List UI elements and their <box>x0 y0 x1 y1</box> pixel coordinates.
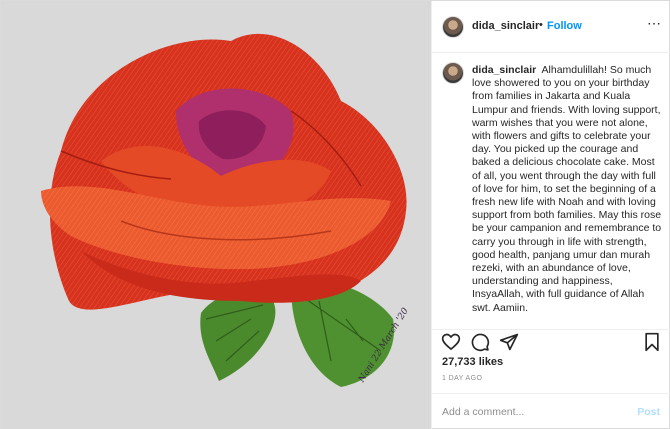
author-username[interactable]: dida_sinclair <box>472 20 539 32</box>
caption-avatar[interactable] <box>442 62 464 84</box>
comment-icon[interactable] <box>470 332 492 354</box>
post-comment-button[interactable]: Post <box>637 406 660 418</box>
follow-button[interactable]: Follow <box>547 20 582 32</box>
post-header: dida_sinclair • Follow ⋯ <box>432 1 670 53</box>
bookmark-icon[interactable] <box>642 332 664 354</box>
caption-username[interactable]: dida_sinclair <box>472 64 536 76</box>
separator-dot: • <box>539 19 543 31</box>
share-icon[interactable] <box>499 332 521 354</box>
comment-input[interactable] <box>442 403 622 421</box>
heart-icon[interactable] <box>441 332 463 354</box>
post-timestamp[interactable]: 1 DAY AGO <box>442 375 482 382</box>
instagram-post: Nani 22 March '20 dida_sinclair • Follow… <box>0 0 670 429</box>
add-comment-bar: Post <box>432 393 670 429</box>
post-caption: dida_sinclair Alhamdulillah! So much lov… <box>472 64 662 315</box>
author-avatar[interactable] <box>442 16 464 38</box>
ellipsis-icon[interactable]: ⋯ <box>647 15 662 32</box>
post-image[interactable]: Nani 22 March '20 <box>1 1 431 429</box>
post-sidebar: dida_sinclair • Follow ⋯ dida_sinclair A… <box>431 1 670 429</box>
action-bar <box>432 329 670 355</box>
caption-text: Alhamdulillah! So much love showered to … <box>472 64 662 314</box>
like-count[interactable]: 27,733 likes <box>442 356 503 368</box>
comments-area[interactable]: dida_sinclair Alhamdulillah! So much lov… <box>432 54 670 322</box>
